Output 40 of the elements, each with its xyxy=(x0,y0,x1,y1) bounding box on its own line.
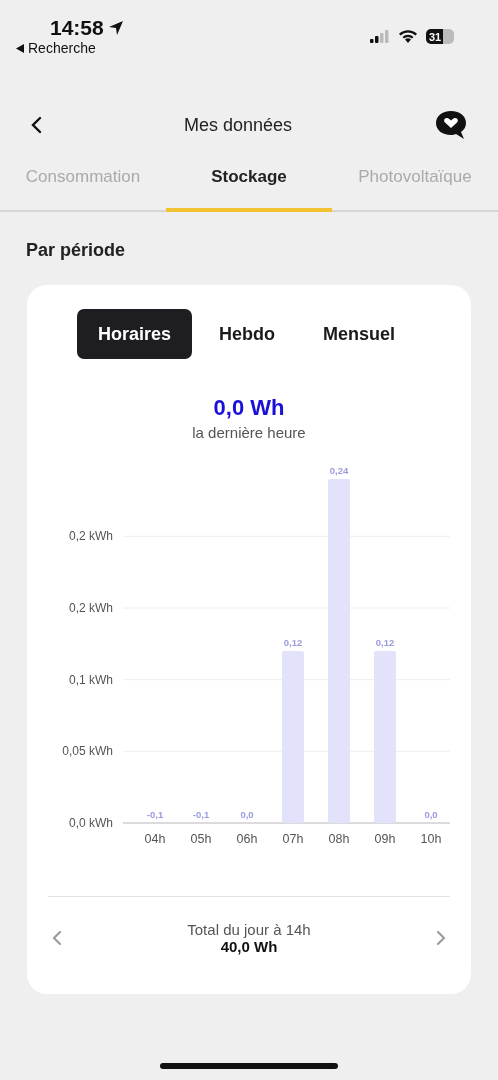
wifi-icon xyxy=(398,28,418,44)
y-axis-label: 0,0 kWh xyxy=(69,816,113,830)
battery-icon: 31 xyxy=(426,28,454,44)
back-triangle-icon[interactable] xyxy=(16,43,24,53)
bar-value-label: -0,1 xyxy=(146,809,164,820)
back-icon[interactable] xyxy=(30,116,42,134)
status-time: 14:58 xyxy=(50,16,104,40)
x-axis-label: 05h xyxy=(190,832,212,846)
x-axis-label: 10h xyxy=(420,832,442,846)
previous-icon[interactable] xyxy=(52,930,62,946)
bar-value-label: 0,0 xyxy=(240,809,254,820)
bar-value-label: -0,1 xyxy=(192,809,210,820)
bar-value-label: 0,12 xyxy=(375,637,395,648)
y-axis-label: 0,2 kWh xyxy=(69,601,113,615)
period-tab[interactable]: Mensuel xyxy=(302,309,417,359)
page-title: Mes données xyxy=(183,114,293,136)
bar-value-label: 0,0 xyxy=(424,809,438,820)
next-icon[interactable] xyxy=(436,930,446,946)
tab[interactable]: Stockage xyxy=(166,154,332,212)
total-value: 40,0 Wh xyxy=(220,938,278,955)
x-axis-label: 07h xyxy=(282,832,304,846)
period-tab[interactable]: Horaires xyxy=(77,309,193,359)
summary-value: 0,0 Wh xyxy=(213,395,285,421)
section-title: Par période xyxy=(25,239,127,262)
bar-value-label: 0,24 xyxy=(329,465,349,476)
heart-speech-bubble-icon[interactable] xyxy=(434,110,468,140)
y-axis-label: 0,1 kWh xyxy=(69,672,113,687)
x-axis-label: 09h xyxy=(374,832,396,846)
x-axis-label: 08h xyxy=(328,832,350,846)
back-to-app-link[interactable]: Recherche xyxy=(28,40,96,56)
y-axis-label: 0,05 kWh xyxy=(62,744,113,759)
period-tab[interactable]: Hebdo xyxy=(198,309,297,359)
x-axis-label: 06h xyxy=(236,832,258,846)
x-axis-label: 04h xyxy=(144,832,166,846)
summary-caption: la dernière heure xyxy=(192,424,306,441)
total-label: Total du jour à 14h xyxy=(187,921,311,938)
signal-icon xyxy=(370,29,390,43)
location-arrow-icon xyxy=(107,20,124,36)
bar-value-label: 0,12 xyxy=(283,637,303,648)
y-axis-label: 0,2 kWh xyxy=(69,529,113,544)
